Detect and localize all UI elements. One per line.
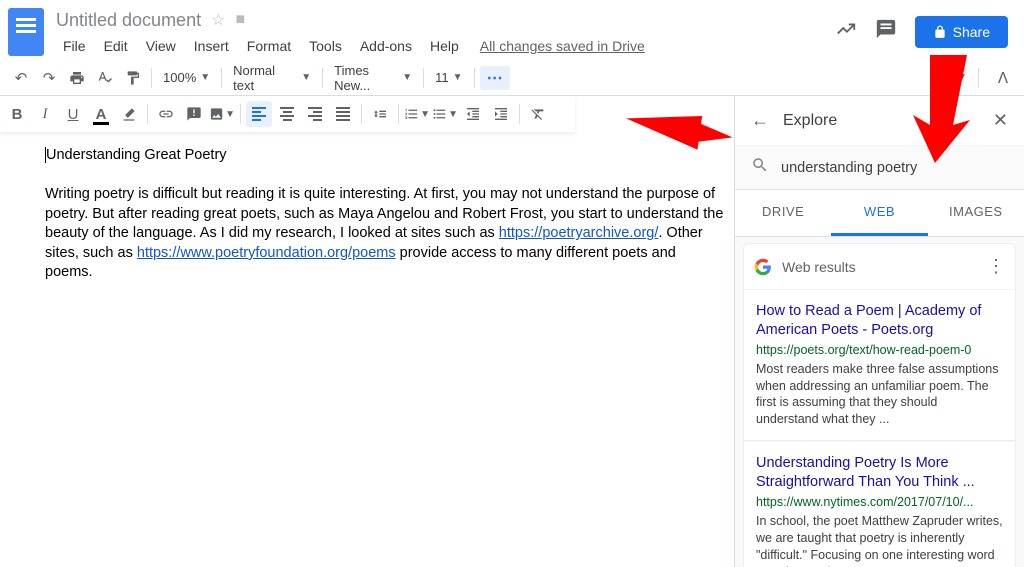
underline-button[interactable]: U [60,101,86,127]
spellcheck-button[interactable] [92,65,118,91]
menu-help[interactable]: Help [423,34,466,58]
menu-view[interactable]: View [139,34,183,58]
image-button[interactable]: ▼ [209,101,235,127]
clear-format-button[interactable] [525,101,551,127]
toolbar-secondary: B I U A ▼ [0,96,575,132]
menu-insert[interactable]: Insert [187,34,236,58]
explore-results: Web results ⋮ How to Read a Poem | Acade… [735,237,1024,567]
document-area[interactable]: B I U A ▼ [0,96,734,567]
save-status[interactable]: All changes saved in Drive [480,38,645,54]
share-button[interactable]: Share [915,16,1008,48]
zoom-dropdown[interactable]: 100%▼ [157,68,216,87]
doc-heading: Understanding Great Poetry [46,147,227,163]
text-color-button[interactable]: A [88,101,114,127]
result-snippet: Most readers make three false assumption… [756,361,1003,429]
font-dropdown[interactable]: Times New...▼ [328,61,418,95]
search-result[interactable]: How to Read a Poem | Academy of American… [743,289,1016,441]
results-more-icon[interactable]: ⋮ [987,256,1005,277]
bullet-list-button[interactable]: ▼ [432,101,458,127]
doc-link-1[interactable]: https://poetryarchive.org/ [499,225,659,241]
menu-edit[interactable]: Edit [97,34,135,58]
decrease-indent-button[interactable] [460,101,486,127]
menu-tools[interactable]: Tools [302,34,349,58]
document-page[interactable]: Understanding Great Poetry Writing poetr… [45,146,725,283]
numbered-list-button[interactable]: ▼ [404,101,430,127]
share-label: Share [953,24,990,40]
annotation-arrow-1 [625,113,735,163]
style-dropdown[interactable]: Normal text▼ [227,61,317,95]
doc-link-2[interactable]: https://www.poetryfoundation.org/poems [137,245,396,261]
explore-panel: ← Explore ✕ DRIVE WEB IMAGES Web results… [734,96,1024,567]
search-result[interactable]: Understanding Poetry Is More Straightfor… [743,441,1016,567]
line-spacing-button[interactable] [367,101,393,127]
explore-tabs: DRIVE WEB IMAGES [735,190,1024,237]
toolbar-primary: ↶ ↷ 100%▼ Normal text▼ Times New...▼ 11▼… [0,60,1024,96]
result-title[interactable]: How to Read a Poem | Academy of American… [756,302,1003,340]
highlight-button[interactable] [116,101,142,127]
document-title[interactable]: Untitled document [56,10,201,31]
menu-bar: File Edit View Insert Format Tools Add-o… [56,34,835,58]
results-header-label: Web results [782,259,977,275]
close-icon[interactable]: ✕ [993,110,1008,131]
italic-button[interactable]: I [32,101,58,127]
google-icon [754,258,772,276]
font-size-dropdown[interactable]: 11▼ [429,68,469,87]
title-area: Untitled document ☆ ■ File Edit View Ins… [56,8,835,58]
search-icon [751,156,769,179]
link-button[interactable] [153,101,179,127]
paint-format-button[interactable] [120,65,146,91]
bold-button[interactable]: B [4,101,30,127]
menu-file[interactable]: File [56,34,93,58]
menu-format[interactable]: Format [240,34,298,58]
trending-icon[interactable] [835,18,857,46]
star-icon[interactable]: ☆ [211,10,225,30]
collapse-toolbar-button[interactable]: ᐱ [990,65,1016,91]
align-left-button[interactable] [246,101,272,127]
back-icon[interactable]: ← [751,110,769,131]
align-justify-button[interactable] [330,101,356,127]
menu-addons[interactable]: Add-ons [353,34,419,58]
undo-button[interactable]: ↶ [8,65,34,91]
result-snippet: In school, the poet Matthew Zapruder wri… [756,513,1003,567]
result-title[interactable]: Understanding Poetry Is More Straightfor… [756,454,1003,492]
comments-icon[interactable] [875,18,897,46]
tab-web[interactable]: WEB [831,190,927,236]
annotation-arrow-2 [905,55,985,165]
move-folder-icon[interactable]: ■ [235,11,245,29]
tab-images[interactable]: IMAGES [928,190,1024,236]
increase-indent-button[interactable] [488,101,514,127]
result-url: https://www.nytimes.com/2017/07/10/... [756,495,1003,509]
align-right-button[interactable] [302,101,328,127]
tab-drive[interactable]: DRIVE [735,190,831,236]
doc-paragraph: Writing poetry is difficult but reading … [45,185,725,283]
comment-button[interactable] [181,101,207,127]
result-url: https://poets.org/text/how-read-poem-0 [756,343,1003,357]
header: Untitled document ☆ ■ File Edit View Ins… [0,0,1024,60]
print-button[interactable] [64,65,90,91]
redo-button[interactable]: ↷ [36,65,62,91]
docs-logo-icon[interactable] [8,8,44,56]
main-container: B I U A ▼ [0,96,1024,567]
more-toolbar-button[interactable]: ⋯ [480,66,510,90]
align-center-button[interactable] [274,101,300,127]
